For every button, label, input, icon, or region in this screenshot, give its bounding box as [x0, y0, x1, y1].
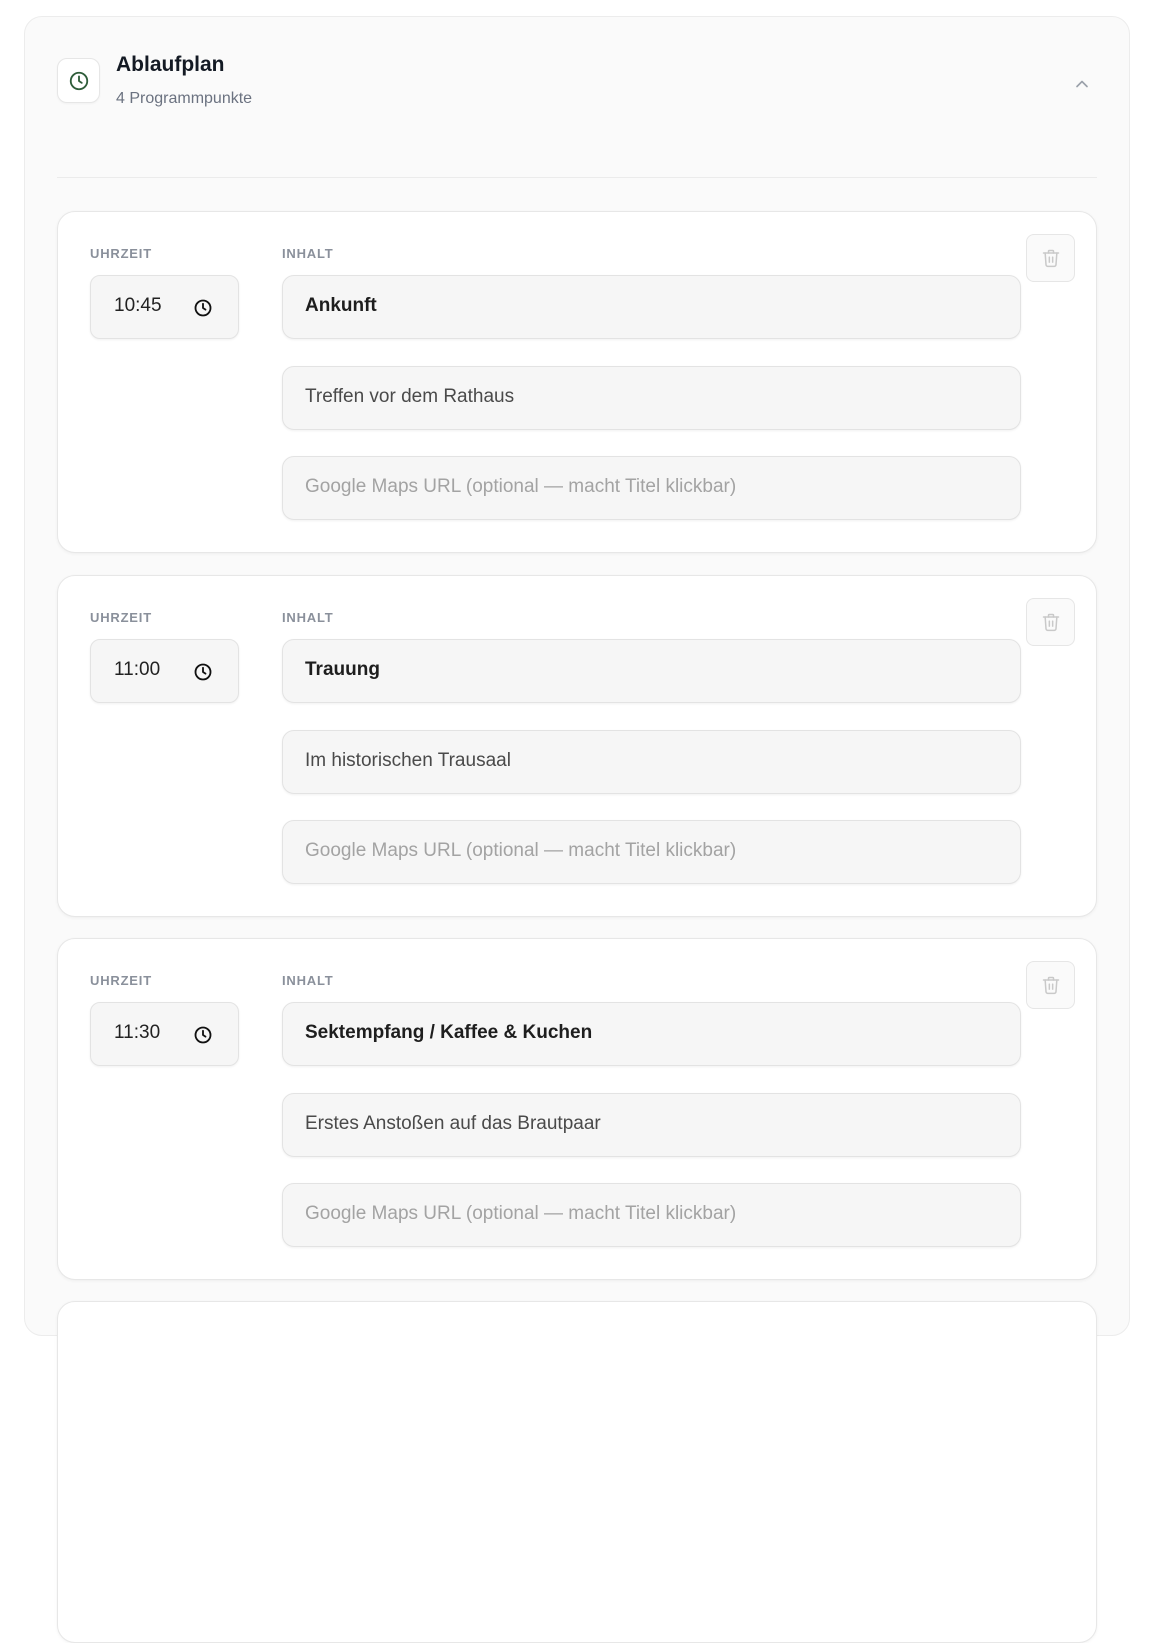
title-input[interactable]: Sektempfang / Kaffee & Kuchen: [282, 1002, 1021, 1066]
time-input[interactable]: 11:00: [90, 639, 239, 703]
delete-item-button[interactable]: [1026, 234, 1075, 282]
description-input[interactable]: Im historischen Trausaal: [282, 730, 1021, 794]
maps-url-input[interactable]: Google Maps URL (optional — macht Titel …: [282, 456, 1021, 520]
schedule-item-card: UHRZEIT INHALT 10:45 Ankunft Treffen vor…: [57, 211, 1097, 553]
content-label: INHALT: [282, 973, 334, 988]
clock-icon[interactable]: [193, 1025, 213, 1045]
description-value: Im historischen Trausaal: [305, 750, 511, 771]
content-label: INHALT: [282, 246, 334, 261]
title-input[interactable]: Ankunft: [282, 275, 1021, 339]
section-header[interactable]: Ablaufplan 4 Programmpunkte: [57, 49, 1097, 129]
clock-icon[interactable]: [193, 298, 213, 318]
time-input[interactable]: 10:45: [90, 275, 239, 339]
time-label: UHRZEIT: [90, 973, 152, 988]
title-value: Trauung: [305, 659, 380, 680]
title-value: Sektempfang / Kaffee & Kuchen: [305, 1022, 593, 1043]
maps-url-input[interactable]: Google Maps URL (optional — macht Titel …: [282, 820, 1021, 884]
item-count: 4 Programmpunkte: [116, 90, 253, 107]
delete-item-button[interactable]: [1026, 598, 1075, 646]
description-input[interactable]: Erstes Anstoßen auf das Brautpaar: [282, 1093, 1021, 1157]
schedule-item-card: UHRZEIT INHALT 11:30 Sektempfang / Kaffe…: [57, 938, 1097, 1280]
description-value: Treffen vor dem Rathaus: [305, 386, 515, 407]
schedule-panel: Ablaufplan 4 Programmpunkte UHRZEIT INHA…: [24, 16, 1130, 1643]
time-label: UHRZEIT: [90, 246, 152, 261]
trash-icon: [1042, 249, 1059, 268]
maps-url-placeholder: Google Maps URL (optional — macht Titel …: [305, 476, 737, 497]
maps-url-placeholder: Google Maps URL (optional — macht Titel …: [305, 1203, 737, 1224]
divider: [57, 177, 1097, 178]
description-value: Erstes Anstoßen auf das Brautpaar: [305, 1113, 601, 1134]
content-label: INHALT: [282, 610, 334, 625]
title-value: Ankunft: [305, 295, 377, 316]
time-value: 10:45: [114, 295, 162, 316]
description-input[interactable]: Treffen vor dem Rathaus: [282, 366, 1021, 430]
chevron-up-icon: [1076, 80, 1088, 88]
maps-url-input[interactable]: Google Maps URL (optional — macht Titel …: [282, 1183, 1021, 1247]
schedule-item-card: [57, 1301, 1097, 1643]
trash-icon: [1042, 613, 1059, 632]
clock-icon: [57, 58, 100, 103]
maps-url-placeholder: Google Maps URL (optional — macht Titel …: [305, 840, 737, 861]
time-value: 11:30: [114, 1022, 161, 1043]
section-title: Ablaufplan: [116, 53, 225, 76]
delete-item-button[interactable]: [1026, 961, 1075, 1009]
clock-icon[interactable]: [193, 662, 213, 682]
schedule-item-card: UHRZEIT INHALT 11:00 Trauung Im historis…: [57, 575, 1097, 917]
collapse-button[interactable]: [1067, 69, 1097, 99]
title-input[interactable]: Trauung: [282, 639, 1021, 703]
time-value: 11:00: [114, 659, 161, 680]
time-input[interactable]: 11:30: [90, 1002, 239, 1066]
time-label: UHRZEIT: [90, 610, 152, 625]
trash-icon: [1042, 976, 1059, 995]
